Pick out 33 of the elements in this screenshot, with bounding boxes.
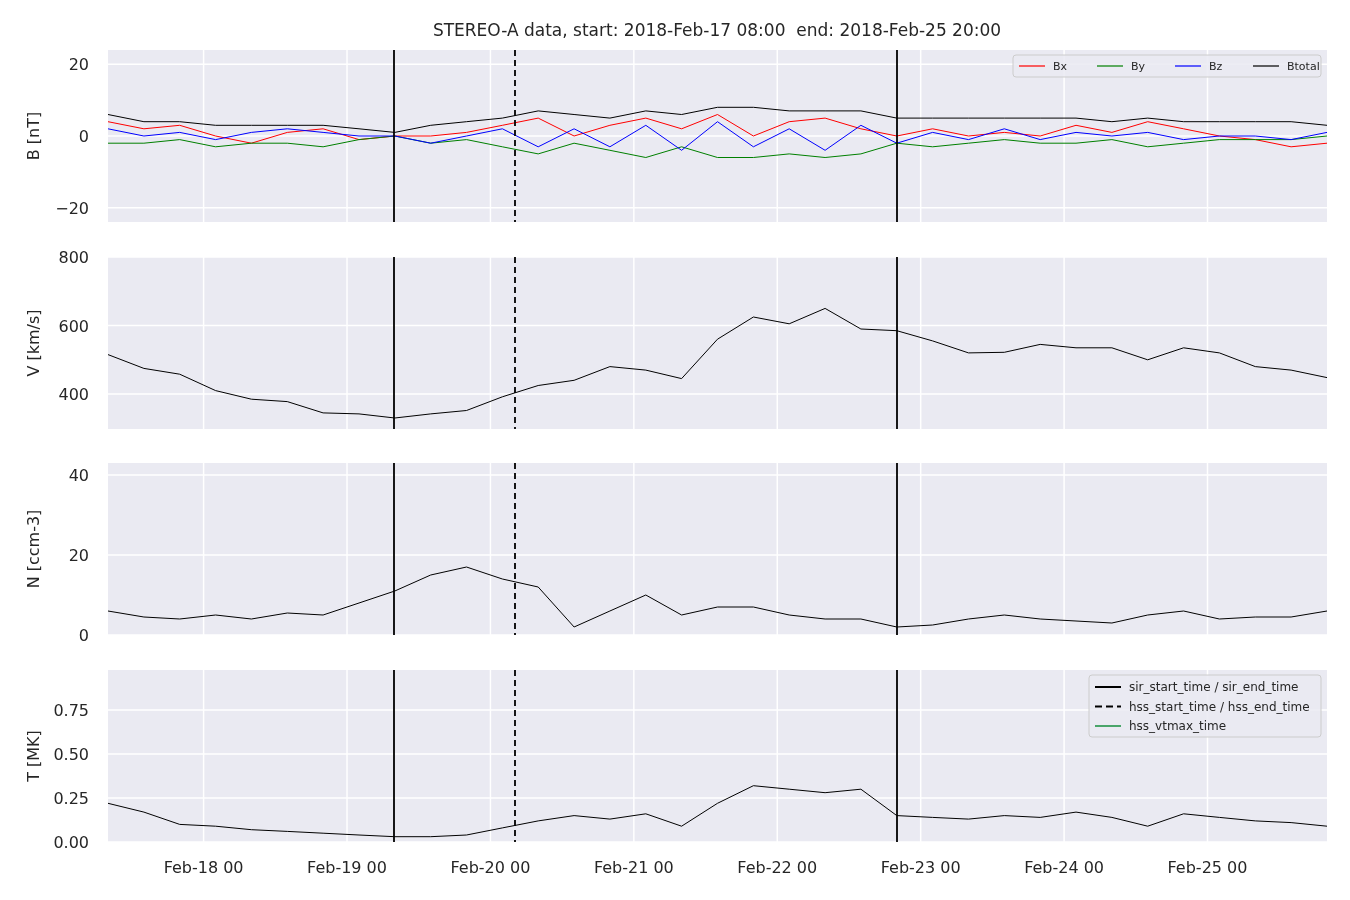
legend-label: hss_vtmax_time xyxy=(1129,719,1227,733)
legend-label: By xyxy=(1131,60,1146,73)
legend-label: sir_start_time / sir_end_time xyxy=(1129,680,1299,694)
tick-label: 400 xyxy=(58,385,89,405)
tick-label: 600 xyxy=(58,316,89,336)
tick-label: Feb-20 00 xyxy=(450,858,531,877)
tick-label: 0 xyxy=(78,127,89,146)
tick-label: Feb-21 00 xyxy=(593,858,674,877)
tick-label: 800 xyxy=(58,248,89,267)
axis-label: B [nT] xyxy=(24,111,43,161)
legend-label: Bz xyxy=(1209,60,1223,73)
tick-label: Feb-23 00 xyxy=(880,858,961,877)
legend-label: Btotal xyxy=(1287,60,1320,73)
tick-label: 0.75 xyxy=(53,700,89,720)
tick-label: Feb-19 00 xyxy=(307,858,387,877)
tick-label: 0.00 xyxy=(53,833,89,852)
axis-label: V [km/s] xyxy=(24,309,43,377)
tick-label: Feb-24 00 xyxy=(1024,858,1105,877)
axis-label: T [MK] xyxy=(24,730,43,782)
legend-label: Bx xyxy=(1053,60,1068,73)
tick-label: 0 xyxy=(78,626,89,645)
plot-title: STEREO-A data, start: 2018-Feb-17 08:00 end: 2018-Feb-25 20:00 xyxy=(432,20,1002,40)
tick-label: 20 xyxy=(68,546,89,565)
tick-label: Feb-25 00 xyxy=(1167,858,1248,877)
legend-label: hss_start_time / hss_end_time xyxy=(1129,699,1310,714)
axis-label: N [ccm-3] xyxy=(24,509,43,589)
tick-label: 20 xyxy=(68,55,89,75)
tick-label: Feb-18 00 xyxy=(163,858,244,877)
tick-label: 0.25 xyxy=(53,789,89,808)
tick-label: Feb-22 00 xyxy=(737,858,818,877)
tick-label: 40 xyxy=(68,466,89,485)
tick-label: 0.50 xyxy=(53,745,89,764)
tick-label: −20 xyxy=(55,198,89,218)
